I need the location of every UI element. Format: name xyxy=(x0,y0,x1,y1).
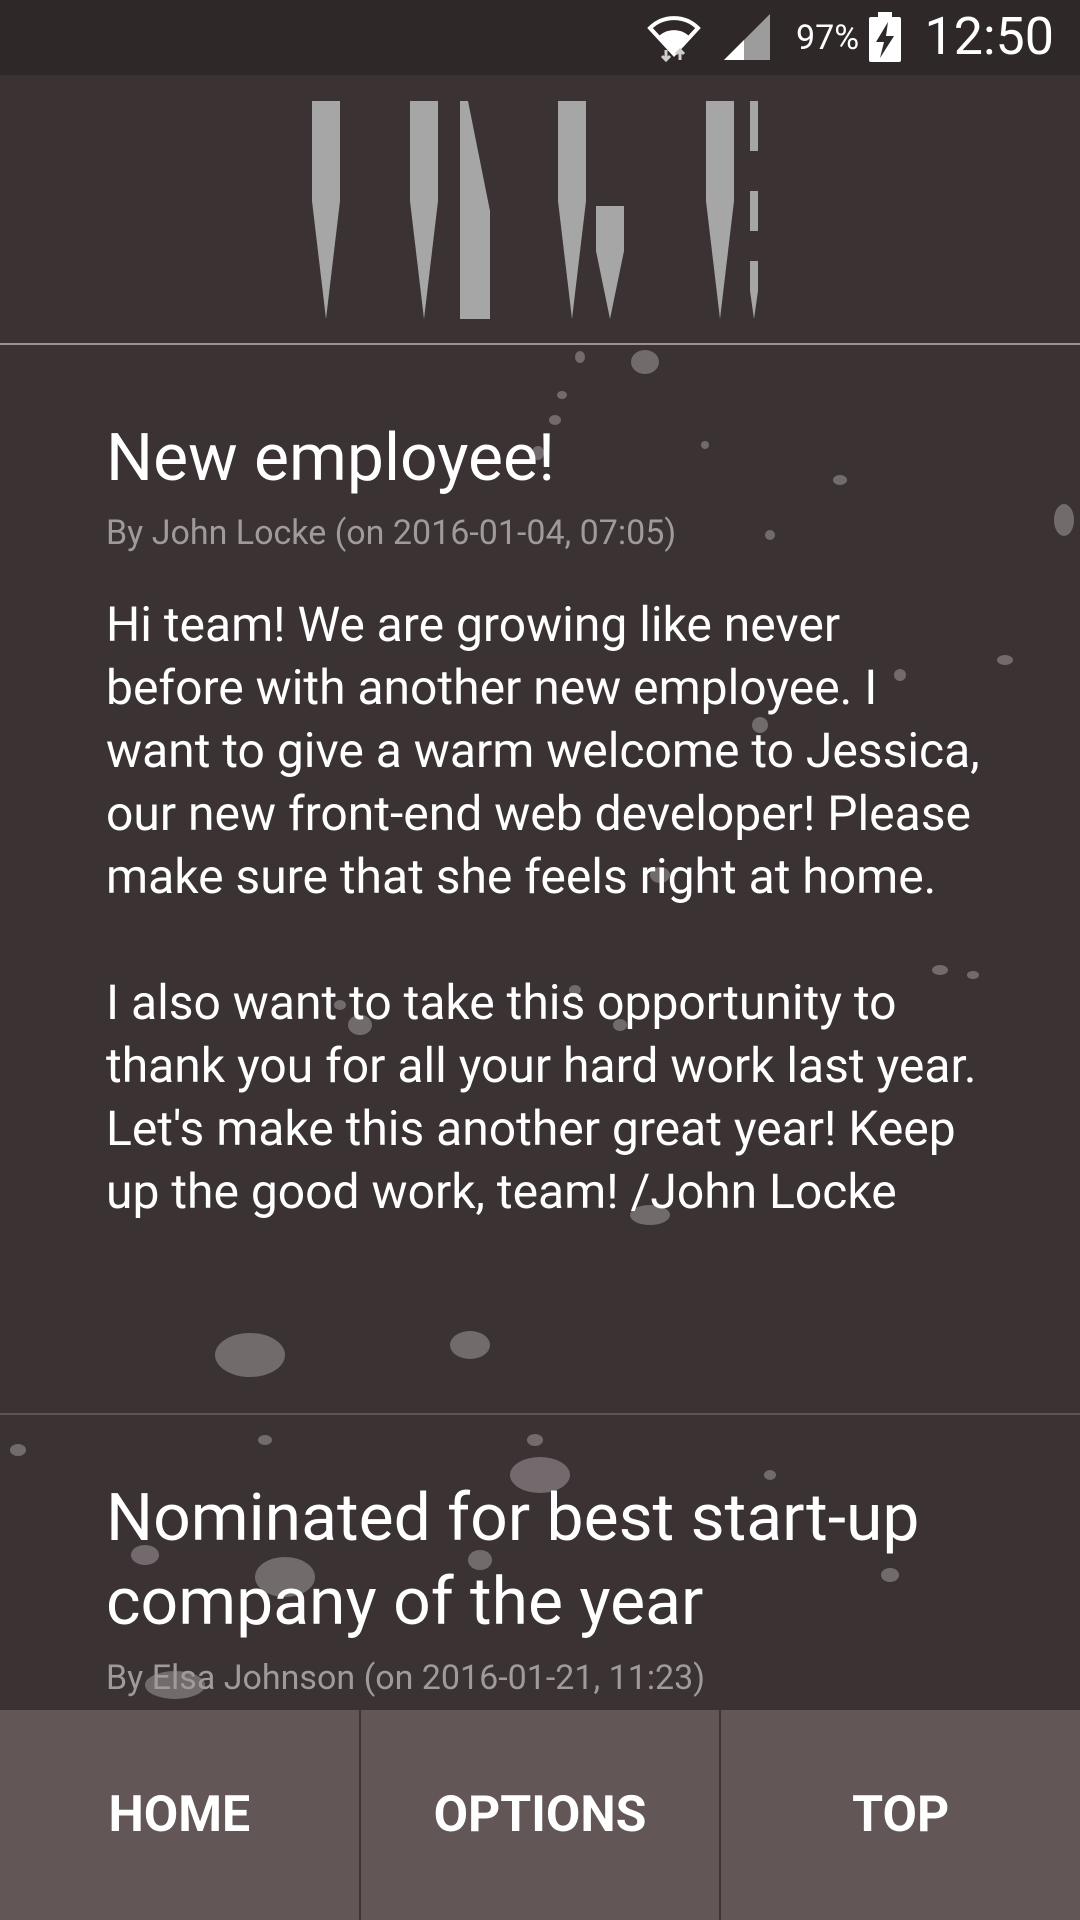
post-divider xyxy=(0,1413,1080,1415)
wifi-icon xyxy=(646,10,702,66)
company-logo xyxy=(300,101,770,327)
status-bar: 97% 12:50 xyxy=(0,0,1080,75)
battery-percent: 97% xyxy=(796,18,860,58)
app-header xyxy=(0,75,1080,345)
post-title: New employee! xyxy=(106,420,556,497)
bottom-navigation: HOME OPTIONS TOP xyxy=(0,1710,1080,1920)
options-button[interactable]: OPTIONS xyxy=(361,1710,722,1920)
clock: 12:50 xyxy=(924,6,1055,67)
cell-signal-icon xyxy=(722,12,772,66)
post-meta: By Elsa Johnson (on 2016-01-21, 11:23) xyxy=(106,1658,706,1698)
top-button[interactable]: TOP xyxy=(721,1710,1080,1920)
news-feed[interactable]: New employee! By John Locke (on 2016-01-… xyxy=(0,345,1080,1710)
post-meta: By John Locke (on 2016-01-04, 07:05) xyxy=(106,513,677,553)
battery-charging-icon xyxy=(868,12,902,66)
post-title: Nominated for best start-up company of t… xyxy=(106,1480,920,1641)
home-button[interactable]: HOME xyxy=(0,1710,361,1920)
post-body: Hi team! We are growing like never befor… xyxy=(106,596,980,1220)
